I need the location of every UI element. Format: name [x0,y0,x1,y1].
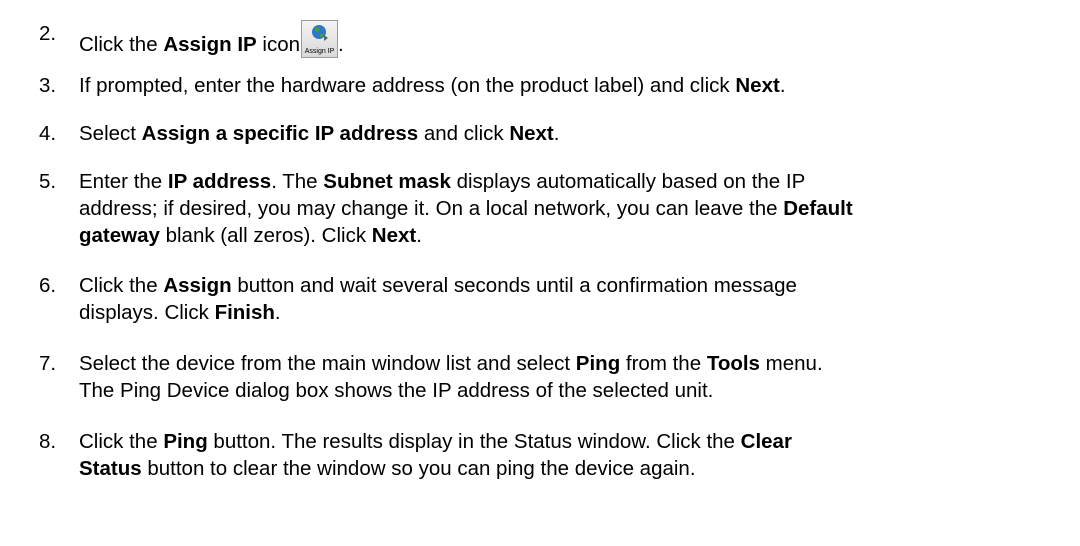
instruction-document: 2. Click the Assign IP icon Assign IP. 3.… [0,0,1080,546]
bold-term: Next [509,122,554,145]
step-text: If prompted, enter the hardware address … [79,74,786,97]
text-line: address; if desired, you may change it. … [79,197,853,220]
bold-term: IP address [167,170,272,193]
text-line: gateway blank (all zeros). Click Next. [79,224,422,247]
bold-term: Finish [214,301,275,324]
step-number: 2. [39,22,57,45]
text-line: Enter the IP address. The Subnet mask di… [79,170,806,193]
bold-term: Ping [163,430,208,453]
bold-term: Next [735,74,780,97]
step-text: Select Assign a specific IP address and … [79,122,560,145]
step-text: Select the device from the main window l… [79,350,1080,404]
text-line: Click the Assign button and wait several… [79,274,797,297]
step-text: Enter the IP address. The Subnet mask di… [79,168,1080,249]
step-number: 8. [39,430,57,453]
step-text: Click the Assign button and wait several… [79,272,1080,326]
step-number: 4. [39,122,57,145]
text-line: Select the device from the main window l… [79,352,823,375]
bold-term: Tools [706,352,760,375]
step-number: 5. [39,170,57,193]
step-text: Click the Ping button. The results displ… [79,428,1080,482]
bold-term: Status [79,457,142,480]
bold-term: gateway [79,224,160,247]
bold-term: Assign IP [163,33,257,56]
bold-term: Assign a specific IP address [141,122,419,145]
step-text: Click the Assign IP icon Assign IP. [79,20,1080,58]
step-number: 3. [39,74,57,97]
bold-term: Subnet mask [323,170,451,193]
text-line: Click the Ping button. The results displ… [79,430,792,453]
bold-term: Assign [163,274,232,297]
bold-term: Clear [740,430,792,453]
bold-term: Default [783,197,853,220]
bold-term: Next [371,224,417,247]
text-line: displays. Click Finish. [79,301,281,324]
text-line: Status button to clear the window so you… [79,457,696,480]
assign-ip-globe-icon: Assign IP [301,20,339,58]
bold-term: Ping [575,352,621,375]
step-number: 7. [39,352,57,375]
text-line: The Ping Device dialog box shows the IP … [79,379,714,402]
step-number: 6. [39,274,57,297]
icon-caption: Assign IP [304,48,335,55]
